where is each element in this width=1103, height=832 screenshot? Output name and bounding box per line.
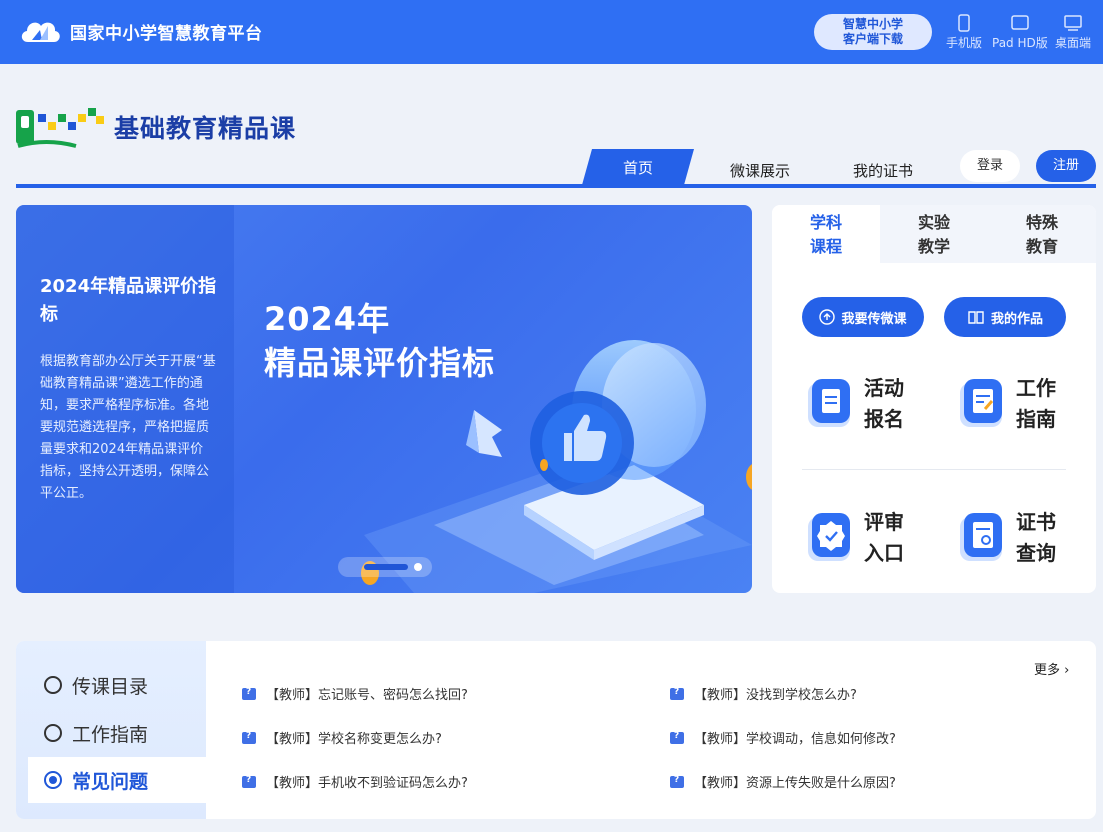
- banner-side-description: 根据教育部办公厅关于开展“基础教育精品课”遴选工作的通知，要求严格程序标准。各地…: [40, 354, 216, 501]
- faq-item[interactable]: 【教师】学校调动，信息如何修改?: [670, 728, 896, 747]
- faq-item[interactable]: 【教师】资源上传失败是什么原因?: [670, 772, 896, 791]
- faq-item[interactable]: 【教师】忘记账号、密码怎么找回?: [242, 684, 468, 703]
- radio-icon: [44, 676, 62, 694]
- course-logo[interactable]: 基础教育精品课: [16, 102, 296, 152]
- radio-icon: [44, 724, 62, 742]
- faq-text: 【教师】学校名称变更怎么办?: [266, 732, 442, 747]
- client-download-button[interactable]: 智慧中小学 客户端下载: [814, 14, 932, 50]
- download-line-2: 客户端下载: [842, 32, 903, 46]
- upload-icon: [819, 309, 836, 325]
- tab-label: 实验教学: [917, 213, 950, 256]
- side-item-label: 工作指南: [72, 723, 149, 746]
- review-entry-label: 评审入口: [864, 510, 904, 565]
- question-icon: [670, 775, 684, 788]
- side-item-course-catalog[interactable]: 传课目录: [28, 662, 206, 708]
- device-tablet-label: Pad HD版: [992, 36, 1048, 50]
- activity-signup-item[interactable]: 活动报名: [804, 373, 908, 435]
- faq-item[interactable]: 【教师】没找到学校怎么办?: [670, 684, 857, 703]
- question-icon: [242, 731, 256, 744]
- course-title: 基础教育精品课: [114, 114, 297, 143]
- work-guide-item[interactable]: 工作指南: [956, 373, 1060, 435]
- top-bar: 国家中小学智慧教育平台 智慧中小学 客户端下载 手机版 Pad HD版 桌面端: [0, 0, 1103, 64]
- side-item-label: 常见问题: [72, 770, 149, 793]
- tab-experiment-teaching[interactable]: 实验教学: [880, 205, 988, 263]
- clipboard-icon: [808, 379, 850, 427]
- question-icon: [670, 731, 684, 744]
- device-phone-label: 手机版: [946, 36, 983, 50]
- cloud-logo-icon: [21, 22, 60, 42]
- tab-subject-courses[interactable]: 学科课程: [772, 205, 880, 263]
- nav-micro-courses[interactable]: 微课展示: [730, 160, 790, 181]
- radio-selected-icon: [44, 771, 62, 789]
- banner-carousel[interactable]: 2024年精品课评价指标 根据教育部办公厅关于开展“基础教育精品课”遴选工作的通…: [16, 205, 752, 593]
- banner-side-title: 2024年精品课评价指标: [40, 276, 217, 325]
- carousel-dot-active[interactable]: [364, 564, 408, 570]
- faq-text: 【教师】没找到学校怎么办?: [694, 688, 857, 703]
- upload-button-label: 我要传微课: [841, 311, 907, 327]
- carousel-indicators: [338, 557, 432, 577]
- faq-text: 【教师】手机收不到验证码怎么办?: [266, 776, 468, 791]
- question-icon: [242, 775, 256, 788]
- activity-signup-label: 活动报名: [864, 376, 904, 431]
- nav-underline: [16, 184, 1096, 188]
- tablet-icon: [1011, 15, 1029, 30]
- banner-title-line-1: 2024年: [264, 300, 391, 338]
- carousel-dot[interactable]: [414, 563, 422, 571]
- login-button[interactable]: 登录: [960, 150, 1020, 182]
- nav-home[interactable]: 首页: [582, 149, 694, 185]
- faq-text: 【教师】资源上传失败是什么原因?: [694, 776, 896, 791]
- banner-title-line-2: 精品课评价指标: [264, 344, 496, 382]
- download-line-1: 智慧中小学: [842, 17, 903, 31]
- faq-item[interactable]: 【教师】手机收不到验证码怎么办?: [242, 772, 468, 791]
- my-works-button[interactable]: 我的作品: [944, 297, 1066, 337]
- work-guide-label: 工作指南: [1016, 376, 1056, 431]
- course-logo-icon: [16, 108, 104, 148]
- side-item-faq[interactable]: 常见问题: [28, 757, 206, 803]
- certificate-icon: [960, 513, 1002, 561]
- upload-micro-course-button[interactable]: 我要传微课: [802, 297, 924, 337]
- phone-icon: [958, 14, 970, 32]
- guide-icon: [960, 379, 1002, 427]
- faq-item[interactable]: 【教师】学校名称变更怎么办?: [242, 728, 442, 747]
- banner-main-title: 2024年 精品课评价指标: [264, 297, 495, 385]
- info-section: 传课目录 工作指南 常见问题 更多 › 【教师】忘记账号、密码怎么找回? 【教师…: [16, 641, 1096, 819]
- question-icon: [670, 687, 684, 700]
- panel-divider: [802, 469, 1066, 470]
- question-icon: [242, 687, 256, 700]
- review-entry-item[interactable]: 评审入口: [804, 507, 908, 569]
- device-phone[interactable]: 手机版: [946, 14, 982, 51]
- faq-text: 【教师】忘记账号、密码怎么找回?: [266, 688, 468, 703]
- certificate-query-item[interactable]: 证书查询: [956, 507, 1060, 569]
- device-desktop-label: 桌面端: [1055, 36, 1092, 50]
- more-link[interactable]: 更多 ›: [1034, 659, 1069, 678]
- nav-my-certificates[interactable]: 我的证书: [853, 160, 913, 181]
- platform-brand[interactable]: 国家中小学智慧教育平台: [18, 12, 263, 50]
- device-desktop[interactable]: 桌面端: [1055, 14, 1091, 51]
- tab-special-education[interactable]: 特殊教育: [988, 205, 1096, 263]
- thumbs-up-illustration: [361, 340, 752, 593]
- service-panel: 学科课程 实验教学 特殊教育 我要传微课 我的作品 活动报名 工作指南 评审入口…: [772, 205, 1096, 593]
- tab-label: 特殊教育: [1025, 213, 1058, 256]
- book-icon: [968, 311, 984, 324]
- panel-tabs: 学科课程 实验教学 特殊教育: [772, 205, 1096, 263]
- register-button[interactable]: 注册: [1036, 150, 1096, 182]
- badge-icon: [808, 513, 850, 561]
- my-works-label: 我的作品: [990, 311, 1043, 327]
- faq-text: 【教师】学校调动，信息如何修改?: [694, 732, 896, 747]
- certificate-query-label: 证书查询: [1016, 510, 1056, 565]
- side-item-label: 传课目录: [72, 675, 149, 698]
- info-side-menu: 传课目录 工作指南 常见问题: [16, 641, 206, 819]
- tab-label: 学科课程: [809, 213, 842, 256]
- platform-name: 国家中小学智慧教育平台: [70, 23, 263, 44]
- side-item-work-guide[interactable]: 工作指南: [28, 710, 206, 756]
- device-tablet[interactable]: Pad HD版: [992, 14, 1048, 51]
- desktop-icon: [1064, 15, 1082, 31]
